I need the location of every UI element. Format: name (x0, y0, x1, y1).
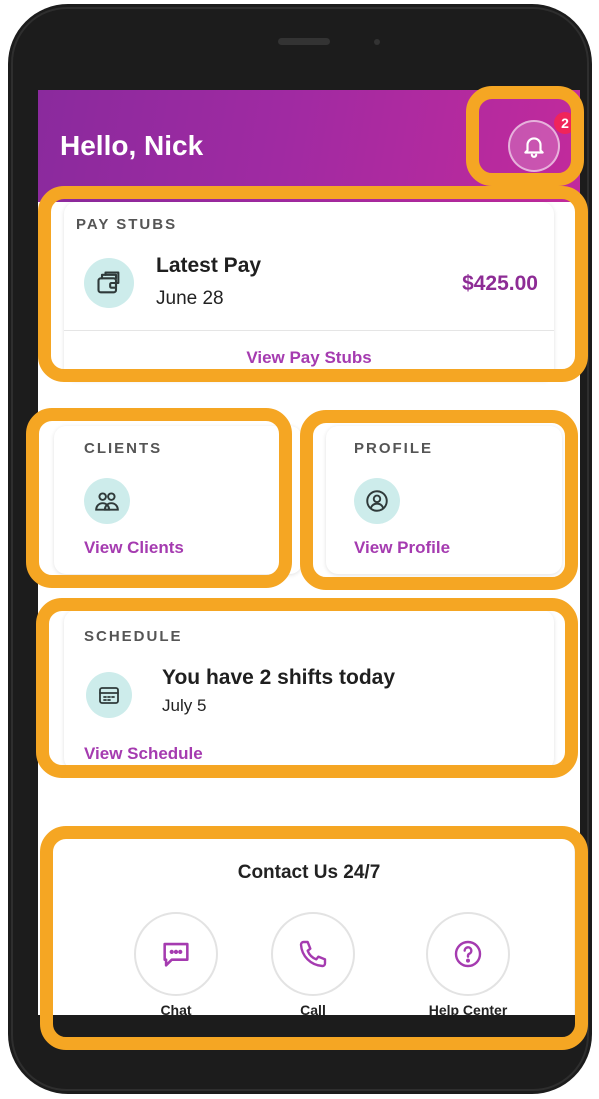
front-camera (374, 39, 380, 45)
contact-highlight (40, 826, 588, 1050)
schedule-highlight (36, 598, 578, 778)
greeting-title: Hello, Nick (60, 130, 204, 161)
speaker-grille (278, 38, 330, 45)
notification-highlight (466, 86, 584, 186)
pay-stubs-highlight (38, 186, 588, 382)
profile-highlight (300, 410, 578, 590)
clients-highlight (26, 408, 292, 588)
